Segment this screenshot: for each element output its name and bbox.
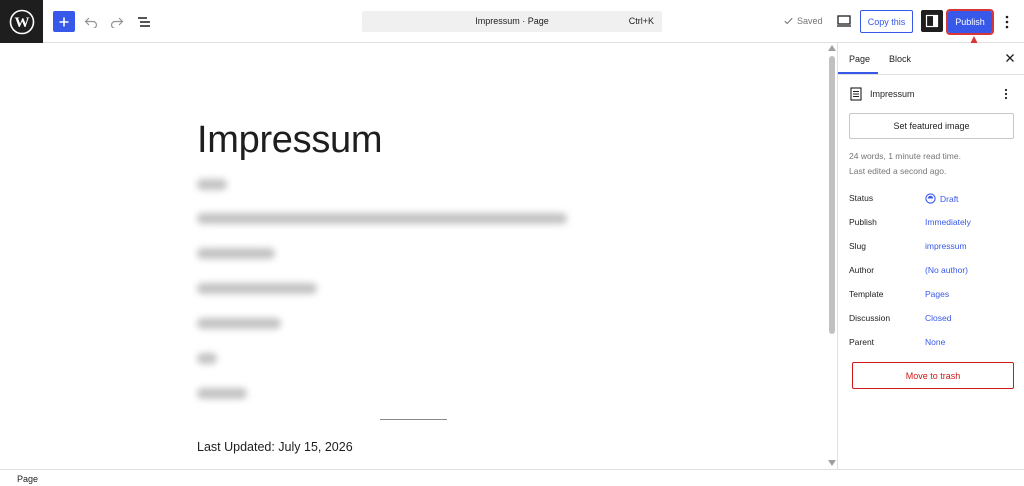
parent-value[interactable]: None: [925, 337, 945, 347]
publish-date-value[interactable]: Immediately: [925, 217, 971, 227]
author-label: Author: [849, 265, 875, 275]
undo-button[interactable]: [81, 12, 101, 32]
sidebar-toggle-icon: [925, 14, 939, 28]
author-value[interactable]: (No author): [925, 265, 968, 275]
active-tab-indicator: [838, 72, 878, 74]
move-to-trash-button[interactable]: Move to trash: [852, 362, 1014, 389]
slug-value[interactable]: impressum: [925, 241, 967, 251]
page-document-icon: [850, 87, 862, 101]
copy-this-button[interactable]: Copy this: [860, 10, 913, 33]
scroll-down-arrow-icon[interactable]: [828, 460, 836, 466]
editor-canvas[interactable]: Impressum Last Updated: July 15, 2026: [0, 43, 837, 469]
canvas-scrollbar[interactable]: [829, 56, 835, 334]
parent-label: Parent: [849, 337, 875, 347]
command-palette-bar[interactable]: Impressum · Page Ctrl+K: [362, 11, 662, 32]
check-icon: [784, 17, 793, 25]
redo-button[interactable]: [107, 12, 127, 32]
block-breadcrumb-bar: Page: [0, 469, 1024, 486]
settings-toggle-button[interactable]: [921, 10, 943, 32]
wordpress-logo-icon[interactable]: W: [0, 0, 43, 43]
redacted-text-line: [197, 318, 281, 329]
undo-icon: [84, 17, 98, 28]
last-updated-paragraph[interactable]: Last Updated: July 15, 2026: [197, 440, 353, 454]
desktop-preview-icon: [837, 15, 851, 27]
document-overview-button[interactable]: [134, 12, 154, 32]
saved-indicator: Saved: [784, 16, 823, 26]
options-menu-button[interactable]: [1001, 12, 1013, 32]
add-block-button[interactable]: [53, 11, 75, 32]
more-vertical-icon: [1005, 15, 1009, 29]
slug-label: Slug: [849, 241, 867, 251]
preview-button[interactable]: [836, 13, 852, 29]
sidebar-tabs: Page Block: [838, 43, 1024, 75]
page-title[interactable]: Impressum: [197, 119, 383, 162]
close-icon[interactable]: [1004, 52, 1016, 64]
more-vertical-icon[interactable]: [1002, 87, 1010, 101]
redo-icon: [110, 17, 124, 28]
publish-button[interactable]: Publish: [946, 9, 994, 35]
status-value-button[interactable]: Draft: [925, 193, 958, 204]
redacted-text-line: [197, 353, 217, 364]
shortcut-hint: Ctrl+K: [628, 16, 654, 26]
document-title: Impressum · Page: [475, 16, 549, 26]
status-label: Status: [849, 193, 874, 203]
template-value[interactable]: Pages: [925, 289, 949, 299]
word-count-text: 24 words, 1 minute read time.: [849, 151, 961, 161]
redacted-text-line: [197, 179, 227, 190]
publish-label: Publish: [849, 217, 877, 227]
discussion-value[interactable]: Closed: [925, 313, 951, 323]
set-featured-image-button[interactable]: Set featured image: [849, 113, 1014, 139]
redacted-text-line: [197, 213, 567, 224]
draft-status-icon: [925, 193, 936, 204]
document-overview-icon: [138, 17, 150, 27]
redacted-text-line: [197, 248, 275, 259]
last-edited-text: Last edited a second ago.: [849, 166, 947, 176]
separator-block[interactable]: [380, 419, 447, 420]
svg-text:W: W: [14, 15, 29, 31]
breadcrumb-page[interactable]: Page: [17, 474, 38, 484]
scroll-up-arrow-icon[interactable]: [828, 45, 836, 51]
tab-block[interactable]: Block: [889, 54, 911, 64]
saved-label: Saved: [797, 16, 823, 26]
sidebar-doc-title: Impressum: [870, 89, 915, 99]
editor-header: W Impressum · Page Ctrl+K Saved Copy thi…: [0, 0, 1024, 43]
settings-sidebar: Page Block Impressum Set featured image …: [837, 43, 1024, 469]
redacted-text-line: [197, 388, 247, 399]
template-label: Template: [849, 289, 884, 299]
status-value: Draft: [940, 193, 959, 204]
discussion-label: Discussion: [849, 313, 891, 323]
redacted-text-line: [197, 283, 317, 294]
tab-page[interactable]: Page: [849, 54, 870, 64]
plus-icon: [59, 17, 69, 26]
